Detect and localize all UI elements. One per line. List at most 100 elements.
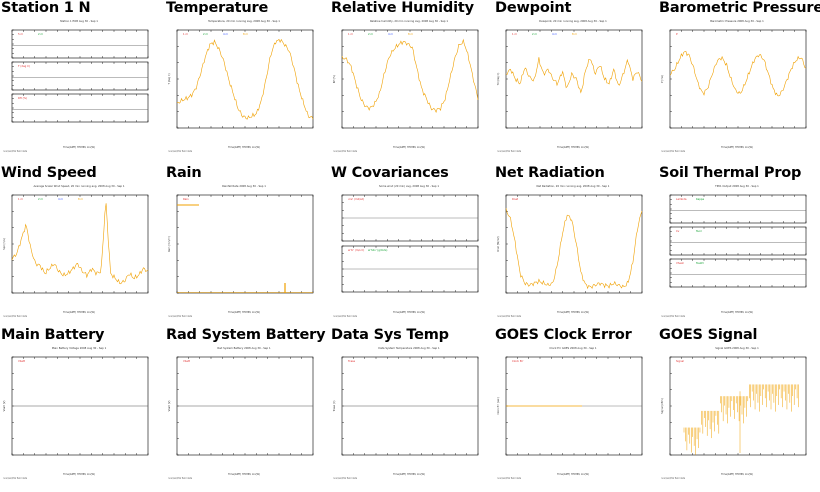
- footer-credit: ncar/eol/ISS field data: [497, 150, 522, 153]
- plot-thumbnail[interactable]: TP01 Output 2008 Aug 30 - Sep 1 Lambda Kap…: [658, 183, 816, 319]
- panel-title: Dewpoint: [495, 0, 572, 16]
- legend-entry: 1 m: [348, 32, 353, 36]
- plot-thumbnail[interactable]: Some wind (20 min) avg, 2008 Aug 30 - Se…: [330, 183, 488, 319]
- x-axis-label: Time(GMT) HH:MM, lon(W): [228, 146, 260, 149]
- plot-panel-wind-speed[interactable]: Wind Speed Average Scalar Wind Speed, 20 …: [0, 165, 158, 323]
- legend-entry: Tcase: [348, 359, 356, 363]
- plot-panel-soil-thermal-prop[interactable]: Soil Thermal Prop TP01 Output 2008 Aug 30…: [658, 165, 816, 323]
- legend-entry: 4 m: [552, 32, 557, 36]
- x-axis-label: Time(GMT) HH:MM, lon(W): [721, 473, 753, 476]
- legend-entry: Cv: [676, 229, 680, 233]
- legend-entry: Signal: [676, 359, 684, 363]
- legend-entry: P: [676, 32, 678, 36]
- plot-thumbnail[interactable]: Relative humidity, 20 min running avg, 2…: [330, 18, 488, 154]
- plot-panel-main-battery[interactable]: Main Battery Main Battery Voltage 2008 Au…: [0, 327, 158, 485]
- legend-entry: 8 m: [78, 197, 83, 201]
- plot-subtitle: Dewpoint, 20 min running avg, 2008 Aug 3…: [539, 19, 607, 23]
- legend-entry: Vbatt: [18, 359, 25, 363]
- plot-thumbnail[interactable]: Dewpoint, 20 min running avg, 2008 Aug 3…: [494, 18, 652, 154]
- footer-credit: ncar/eol/ISS field data: [661, 477, 686, 480]
- footer-credit: ncar/eol/ISS field data: [3, 477, 28, 480]
- footer-credit: ncar/eol/ISS field data: [497, 477, 522, 480]
- legend-entry: Vbatt: [183, 359, 190, 363]
- series-line: [177, 38, 314, 120]
- plot-panel-station-1-n[interactable]: Station 1 N Station 1 EOB Aug 30 - Sep 1 5…: [0, 0, 158, 158]
- legend-entry: Tau63: [696, 261, 704, 265]
- series-line: [505, 208, 643, 290]
- footer-credit: ncar/eol/ISS field data: [497, 315, 522, 318]
- plot-thumbnail[interactable]: Net Radiation, 20 min running avg, 2008 …: [494, 183, 652, 319]
- plot-thumbnail[interactable]: Rainfall Rate 2008 Aug 30 - Sep 1 Rain (m…: [165, 183, 323, 319]
- x-axis-label: Time(GMT) HH:MM, lon(W): [63, 473, 95, 476]
- plot-frame: [505, 194, 643, 294]
- plot-subtitle: Signal GOES 2008 Aug 30 - Sep 1: [715, 346, 759, 350]
- footer-credit: ncar/eol/ISS field data: [168, 315, 193, 318]
- legend-entry: 8 m: [572, 32, 577, 36]
- plot-thumbnail[interactable]: Main Battery Voltage 2008 Aug 30 - Sep 1…: [0, 345, 158, 481]
- footer-credit: ncar/eol/ISS field data: [3, 315, 28, 318]
- plot-panel-goes-clock-error[interactable]: GOES Clock Error Clock Err GOES 2008 Aug …: [494, 327, 652, 485]
- plot-subtitle: Some wind (20 min) avg, 2008 Aug 30 - Se…: [379, 184, 439, 188]
- plot-frame: [669, 356, 807, 456]
- y-axis-label: Rnet (W/m2): [497, 236, 500, 251]
- panel-title: GOES Signal: [659, 327, 758, 343]
- x-axis-label: Time(GMT) HH:MM, lon(W): [393, 473, 425, 476]
- plot-thumbnail[interactable]: Station 1 EOB Aug 30 - Sep 1 5 m 2 m T (deg…: [0, 18, 158, 154]
- footer-credit: ncar/eol/ISS field data: [333, 477, 358, 480]
- sub-plot-frame: [669, 194, 807, 224]
- plot-panel-w-covariances[interactable]: W Covariances Some wind (20 min) avg, 200…: [330, 165, 488, 323]
- sub-plot-frame: [11, 29, 149, 59]
- plot-subtitle: Net Radiation, 20 min running avg, 2008 …: [537, 184, 610, 188]
- sub-plot-frame: [669, 226, 807, 256]
- y-axis-label: Vbatt (V): [3, 401, 6, 412]
- legend-entry: Vheat: [676, 261, 684, 265]
- plot-panel-goes-signal[interactable]: GOES Signal Signal GOES 2008 Aug 30 - Sep…: [658, 327, 816, 485]
- legend-entry: 8 m: [408, 32, 413, 36]
- y-axis-label: Clock Err (sec): [497, 397, 500, 414]
- series-line: [505, 57, 643, 94]
- x-axis-label: Time(GMT) HH:MM, lon(W): [721, 146, 753, 149]
- sub-plot-frame: [669, 258, 807, 288]
- x-axis-label: Time(GMT) HH:MM, lon(W): [557, 473, 589, 476]
- panel-title: Data Sys Temp: [331, 327, 449, 343]
- footer-credit: ncar/eol/ISS field data: [661, 315, 686, 318]
- legend-entry: Clock Err: [512, 359, 525, 363]
- plot-subtitle: Station 1 EOB Aug 30 - Sep 1: [60, 19, 98, 23]
- plot-thumbnail[interactable]: Rad System Battery 2008 Aug 30 - Sep 1 Vb…: [165, 345, 323, 481]
- legend-entry: Rain: [183, 197, 189, 201]
- x-axis-label: Time(GMT) HH:MM, lon(W): [63, 146, 95, 149]
- y-axis-label: Td (deg C): [497, 73, 500, 86]
- plot-subtitle: Rainfall Rate 2008 Aug 30 - Sep 1: [222, 184, 266, 188]
- panel-title: Rain: [166, 165, 202, 181]
- legend-entry: 8 m: [243, 32, 248, 36]
- legend-entry: 2 m: [38, 197, 43, 201]
- y-axis-label: Spd (m/s): [3, 238, 6, 250]
- series-line: [11, 203, 149, 285]
- plot-panel-relative-humidity[interactable]: Relative Humidity Relative humidity, 20 m…: [330, 0, 488, 158]
- x-axis-label: Time(GMT) HH:MM, lon(W): [228, 311, 260, 314]
- plot-thumbnail[interactable]: Signal GOES 2008 Aug 30 - Sep 1 Signal (d…: [658, 345, 816, 481]
- plot-thumbnail[interactable]: Data System Temperature 2008 Aug 30 - Se…: [330, 345, 488, 481]
- plot-panel-data-sys-temp[interactable]: Data Sys Temp Data System Temperature 200…: [330, 327, 488, 485]
- panel-title: Wind Speed: [1, 165, 97, 181]
- panel-title: Net Radiation: [495, 165, 605, 181]
- plot-panel-barometric-pressure[interactable]: Barometric Pressure Barometric Pressure 2…: [658, 0, 820, 158]
- plot-thumbnail[interactable]: Clock Err GOES 2008 Aug 30 - Sep 1 Clock …: [494, 345, 652, 481]
- plot-panel-net-radiation[interactable]: Net Radiation Net Radiation, 20 min runni…: [494, 165, 652, 323]
- y-axis-label: T (deg C): [168, 73, 171, 84]
- plot-panel-rad-system-battery[interactable]: Rad System Battery Rad System Battery 200…: [165, 327, 326, 485]
- plot-panel-dewpoint[interactable]: Dewpoint Dewpoint, 20 min running avg, 20…: [494, 0, 652, 158]
- y-axis-label: Tcase (C): [333, 401, 336, 412]
- plot-thumbnail[interactable]: Temperature, 20 min running avg, 2008 Au…: [165, 18, 323, 154]
- plot-thumbnail[interactable]: Average Scalar Wind Speed, 20 min runnin…: [0, 183, 158, 319]
- x-axis-label: Time(GMT) HH:MM, lon(W): [393, 311, 425, 314]
- plot-panel-temperature[interactable]: Temperature Temperature, 20 min running a…: [165, 0, 323, 158]
- legend-entry: w'h2o' (g/m2s): [368, 248, 387, 252]
- legend-entry: w'tc' (m/s C): [348, 248, 364, 252]
- panel-title: Temperature: [166, 0, 269, 16]
- plot-subtitle: Main Battery Voltage 2008 Aug 30 - Sep 1: [52, 346, 107, 350]
- x-axis-label: Time(GMT) HH:MM, lon(W): [228, 473, 260, 476]
- plot-panel-rain[interactable]: Rain Rainfall Rate 2008 Aug 30 - Sep 1 Rai…: [165, 165, 323, 323]
- plot-frame: [11, 194, 149, 294]
- plot-thumbnail[interactable]: Barometric Pressure 2008 Aug 30 - Sep 1 P…: [658, 18, 816, 154]
